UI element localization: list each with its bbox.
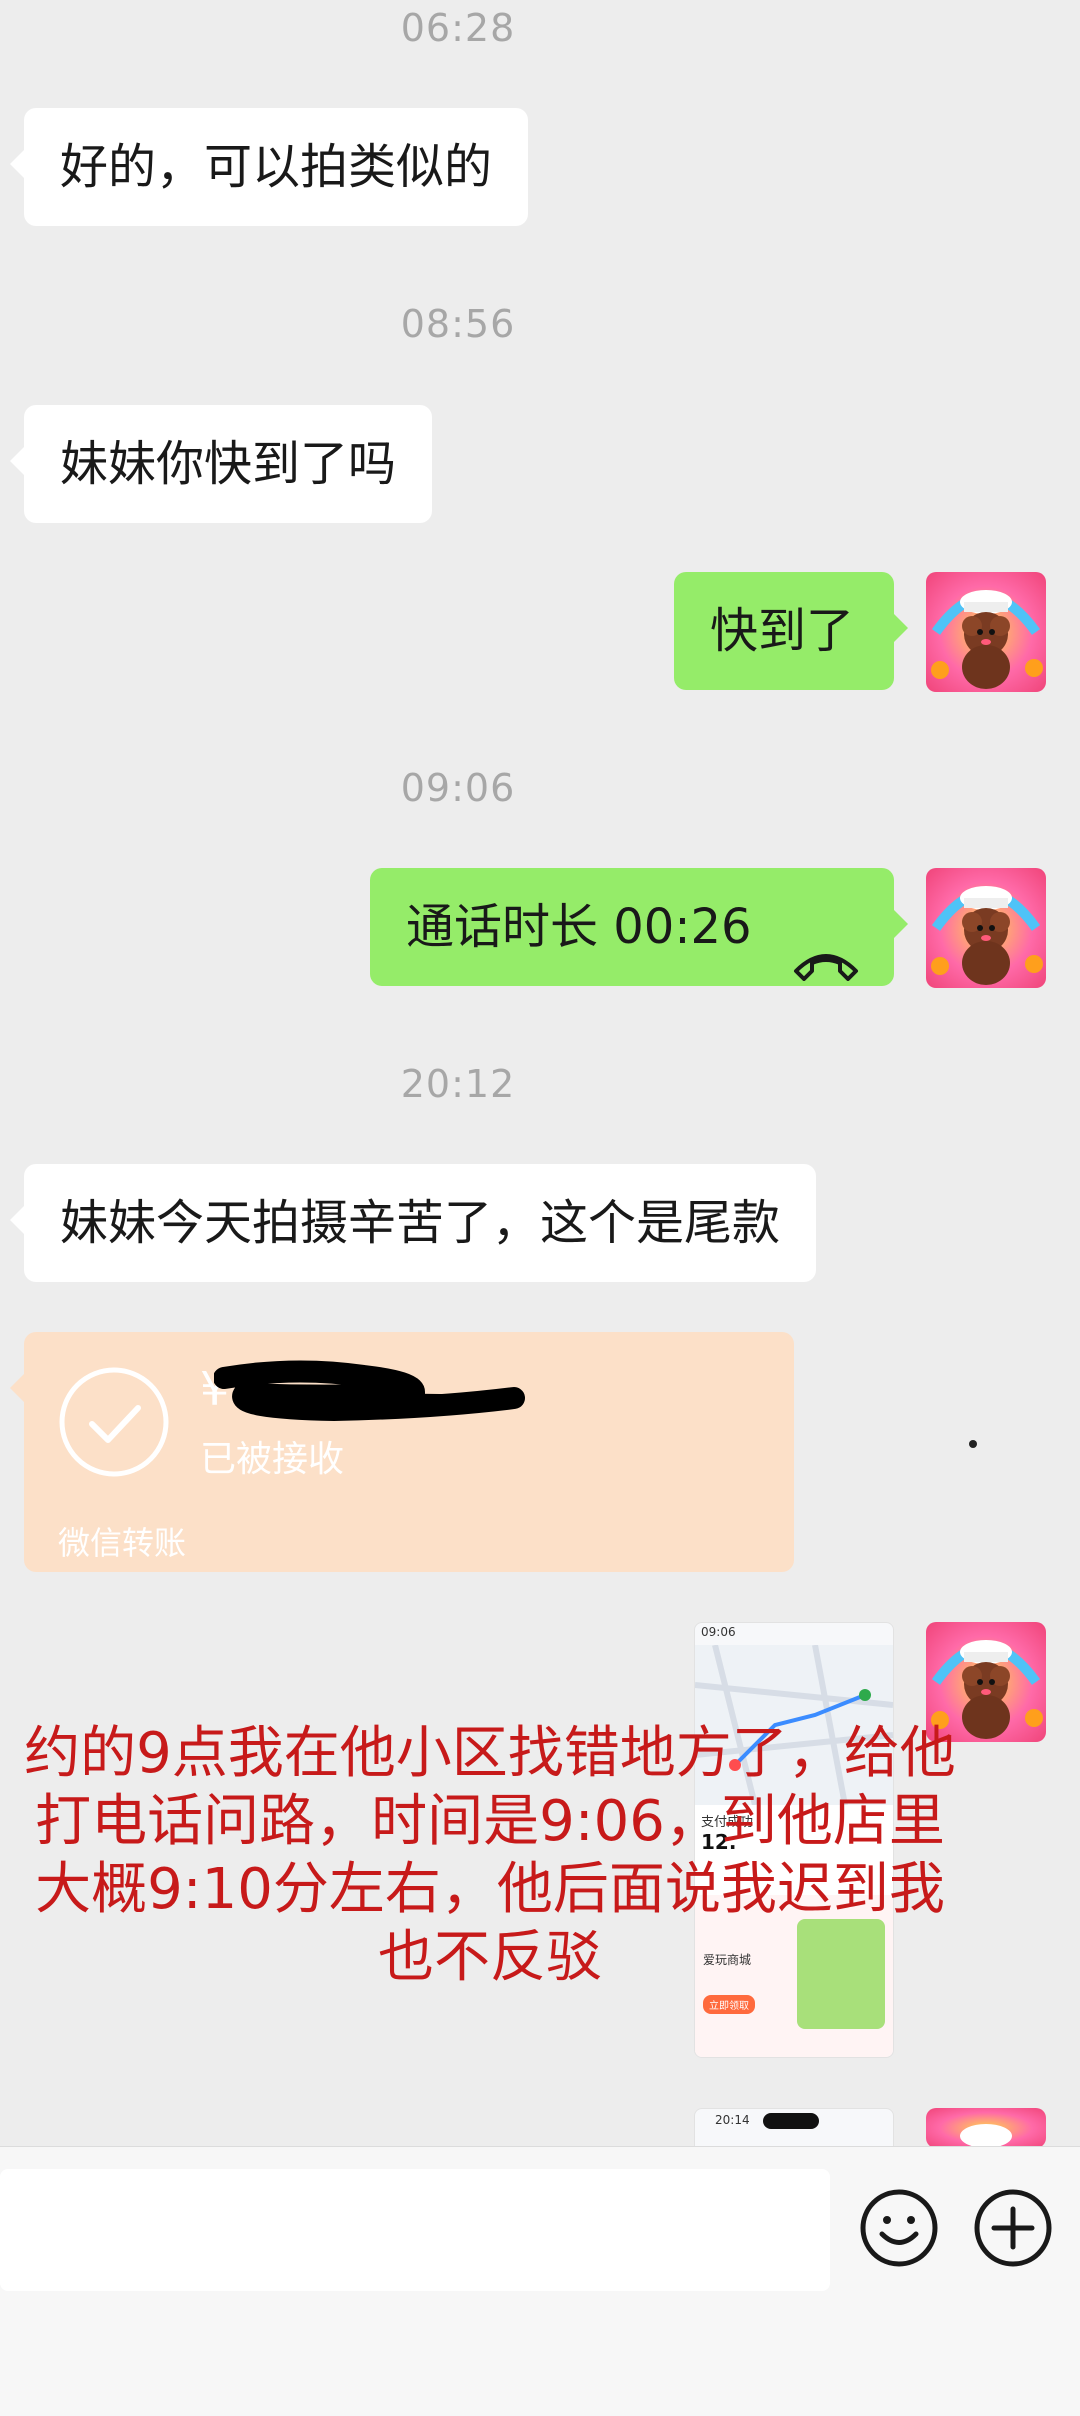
outgoing-call-message[interactable]: 通话时长 00:26 xyxy=(370,868,908,986)
message-input[interactable] xyxy=(0,2169,830,2291)
annotation-line: 打电话问路，时间是9:06，到他店里 xyxy=(35,1789,945,1854)
annotation-line: 也不反驳 xyxy=(378,1925,602,1990)
annotation-line: 大概9:10分左右，他后面说我迟到我 xyxy=(35,1857,945,1922)
message-text: 快到了 xyxy=(710,603,855,659)
timestamp: 20:12 xyxy=(400,1062,516,1106)
poodle-avatar-image xyxy=(926,572,1046,692)
transfer-status: 已被接收 xyxy=(200,1439,345,1480)
avatar[interactable] xyxy=(926,2108,1046,2148)
thumbnail-status-bar: 09:06 xyxy=(701,1625,736,1639)
phone-hangup-icon xyxy=(790,906,862,1024)
chat-input-bar xyxy=(0,2146,1080,2416)
plus-icon[interactable] xyxy=(972,2187,1054,2273)
avatar[interactable] xyxy=(926,868,1046,988)
timestamp: 06:28 xyxy=(400,6,516,50)
wechat-transfer-card[interactable]: ¥ 已被接收 微信转账 xyxy=(10,1332,794,1572)
avatar[interactable] xyxy=(926,572,1046,692)
transfer-label: 微信转账 xyxy=(58,1524,187,1562)
message-text: 妹妹今天拍摄辛苦了，这个是尾款 xyxy=(60,1195,781,1251)
annotation-overlay-text: 约的9点我在他小区找错地方了，给他 打电话问路，时间是9:06，到他店里 大概9… xyxy=(0,1720,980,1992)
emoji-icon[interactable] xyxy=(858,2187,940,2273)
check-circle-icon xyxy=(58,1366,170,1482)
timestamp: 09:06 xyxy=(400,766,516,810)
poodle-avatar-image xyxy=(926,868,1046,988)
redaction-scribble xyxy=(213,1358,534,1432)
message-text: 好的，可以拍类似的 xyxy=(60,139,493,195)
incoming-message[interactable]: 妹妹你快到了吗 xyxy=(9,405,433,523)
annotation-line: 约的9点我在他小区找错地方了，给他 xyxy=(24,1721,956,1786)
incoming-message[interactable]: 妹妹今天拍摄辛苦了，这个是尾款 xyxy=(9,1164,817,1282)
dot-mark xyxy=(969,1440,977,1448)
message-text: 妹妹你快到了吗 xyxy=(60,436,397,492)
timestamp: 08:56 xyxy=(400,302,516,346)
message-text: 通话时长 00:26 xyxy=(406,899,752,955)
outgoing-message[interactable]: 快到了 xyxy=(674,572,908,690)
incoming-message[interactable]: 好的，可以拍类似的 xyxy=(9,108,529,226)
poodle-avatar-image xyxy=(926,2108,1046,2148)
thumbnail-status-bar: 20:14 xyxy=(695,2109,893,2131)
